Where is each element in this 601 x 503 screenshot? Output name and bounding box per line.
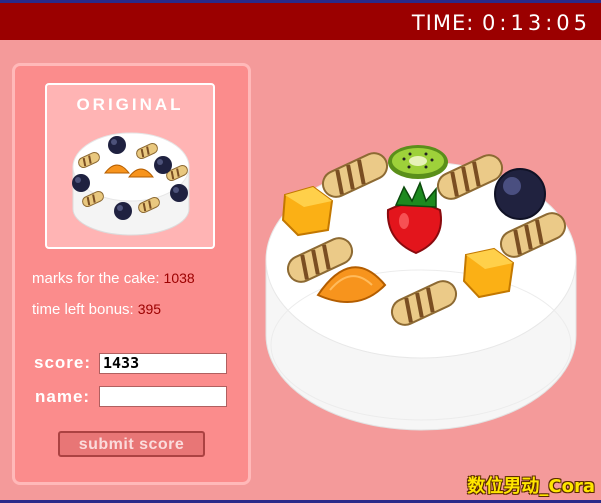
original-cake-preview: ORIGINAL (45, 83, 215, 249)
score-panel: ORIGINAL marks for the cake: 1038 time le… (12, 63, 251, 485)
name-input[interactable] (99, 386, 227, 407)
score-field[interactable]: 1433 (99, 353, 227, 374)
top-bar: TIME: 0:13:05 (0, 3, 601, 40)
bonus-stat: time left bonus: 395 (32, 301, 161, 318)
blueberry (494, 168, 546, 220)
bonus-label: time left bonus: (32, 301, 134, 318)
kiwi-slice (388, 145, 448, 179)
original-cake-image (72, 132, 190, 236)
timer-value: 0:13:05 (482, 11, 591, 35)
score-label: score: (34, 353, 92, 372)
timer-label: TIME: (411, 11, 475, 35)
marks-value: 1038 (163, 270, 195, 286)
player-cake[interactable] (258, 135, 584, 435)
marks-label: marks for the cake: (32, 270, 160, 287)
game-timer: TIME: 0:13:05 (412, 11, 591, 35)
marks-stat: marks for the cake: 1038 (32, 270, 195, 287)
original-title: ORIGINAL (76, 95, 184, 114)
name-label: name: (35, 387, 91, 406)
bonus-value: 395 (137, 301, 162, 317)
watermark-logo: 数位男动_Cora (467, 476, 595, 497)
submit-score-button[interactable]: submit score (58, 431, 205, 457)
